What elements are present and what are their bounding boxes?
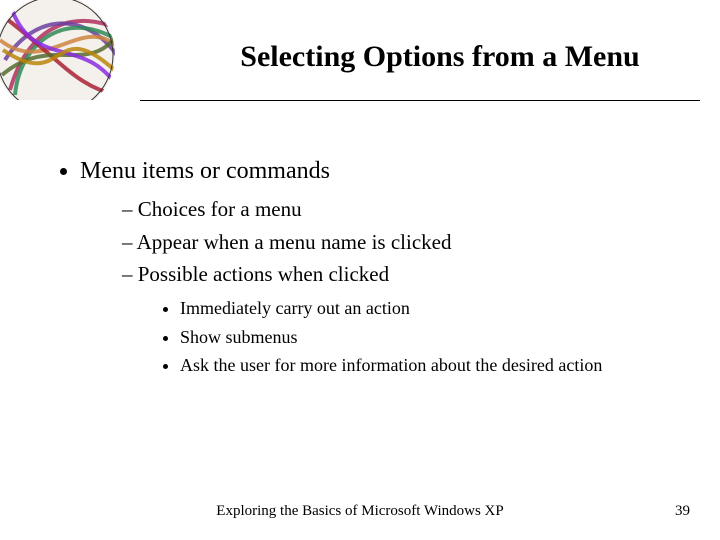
slide: Selecting Options from a Menu Menu items… [0,0,720,540]
slide-header: Selecting Options from a Menu [0,0,720,120]
list-item: Choices for a menu [122,195,690,223]
title-underline [140,100,700,101]
bullet-text: Possible actions when clicked [138,262,389,286]
list-item: Menu items or commands Choices for a men… [80,155,690,377]
bullet-list-level3: Immediately carry out an action Show sub… [122,296,690,377]
list-item: Possible actions when clicked Immediatel… [122,260,690,377]
page-number: 39 [675,503,690,520]
bullet-text: Menu items or commands [80,158,330,184]
bullet-text: Ask the user for more information about … [180,355,602,375]
bullet-list-level2: Choices for a menu Appear when a menu na… [80,195,690,377]
list-item: Ask the user for more information about … [180,353,690,377]
bullet-text: Choices for a menu [138,197,302,221]
bullet-list-level1: Menu items or commands Choices for a men… [50,155,690,377]
list-item: Appear when a menu name is clicked [122,228,690,256]
list-item: Show submenus [180,325,690,349]
list-item: Immediately carry out an action [180,296,690,320]
slide-body: Menu items or commands Choices for a men… [50,155,690,381]
bullet-text: Appear when a menu name is clicked [137,230,452,254]
bullet-text: Show submenus [180,327,298,347]
footer-text: Exploring the Basics of Microsoft Window… [0,503,720,520]
bullet-text: Immediately carry out an action [180,298,410,318]
slide-title: Selecting Options from a Menu [180,40,700,74]
decorative-sphere-icon [0,0,130,100]
